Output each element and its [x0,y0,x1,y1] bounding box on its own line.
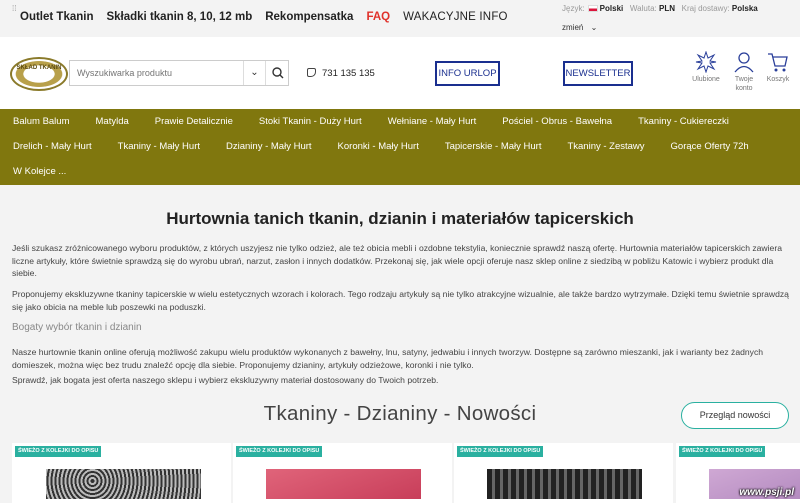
closing-paragraph: Sprawdź, jak bogata jest oferta naszego … [12,375,439,385]
header: SKŁAD TKANIN ⌄ 731 135 135 INFO URLOP NE… [0,37,800,109]
menu-item[interactable]: Tapicerskie - Mały Hurt [432,134,555,159]
language-value: Polski [599,4,624,13]
menu-item[interactable]: Stoki Tkanin - Duży Hurt [246,109,375,134]
account-button[interactable]: Twoje konto [727,51,761,93]
new-products-title: Tkaniny - Dzianiny - Nowości [263,402,537,425]
menu-item[interactable]: W Kolejce ... [0,159,79,184]
search-input[interactable] [70,61,242,85]
topnav-outlet[interactable]: Outlet Tkanin [20,11,93,23]
currency-label: Waluta: [629,4,657,13]
menu-row: Balum Balum Matylda Prawie Detalicznie S… [0,109,742,134]
menu-item[interactable]: Gorące Oferty 72h [658,134,762,159]
topnav-rekompensatka[interactable]: Rekompensatka [265,11,353,23]
search-button[interactable] [265,61,289,85]
logo-text: SKŁAD TKANIN [16,65,62,71]
topnav-faq[interactable]: FAQ [366,11,390,23]
view-new-products-button[interactable]: Przegląd nowości [681,402,789,429]
phone-contact[interactable]: 731 135 135 [307,68,375,79]
status-badge: ŚWIEŻO Z KOLEJKI DO OPISU [15,446,102,457]
materials-paragraph: Nasze hurtownie tkanin online oferują mo… [12,347,764,370]
menu-row: Drelich - Mały Hurt Tkaniny - Mały Hurt … [0,134,762,159]
drag-handle-icon[interactable]: ⁞⁞ [12,4,16,13]
section-subtitle: Bogaty wybór tkanin i dzianin [12,322,142,333]
star-burst-icon [695,51,717,73]
main-content: Hurtownia tanich tkanin, dzianin i mater… [0,185,800,503]
phone-number: 731 135 135 [322,68,375,79]
product-card[interactable]: ŚWIEŻO Z KOLEJKI DO OPISU [233,443,452,503]
topnav-wakacyjne-info[interactable]: WAKACYJNE INFO [403,11,508,23]
country-label: Kraj dostawy: [681,4,730,13]
search-icon [272,67,284,79]
currency-value: PLN [658,4,675,13]
menu-item[interactable]: Dzianiny - Mały Hurt [213,134,325,159]
product-card[interactable]: ŚWIEŻO Z KOLEJKI DO OPISU [454,443,673,503]
favorites-button[interactable]: Ulubione [686,51,726,84]
change-preferences-link[interactable]: zmień ⌄ [562,23,597,32]
menu-item[interactable]: Tkaniny - Mały Hurt [105,134,213,159]
newsletter-button[interactable]: NEWSLETTER [563,61,633,86]
favorites-label: Ulubione [692,76,720,83]
top-bar: ⁞⁞ Outlet Tkanin Składki tkanin 8, 10, 1… [0,0,800,37]
category-menu: Balum Balum Matylda Prawie Detalicznie S… [0,109,800,185]
intro-paragraph: Jeśli szukasz zróżnicowanego wyboru prod… [12,243,782,278]
product-image[interactable] [487,469,642,499]
menu-item[interactable]: Balum Balum [0,109,83,134]
chevron-down-icon: ⌄ [590,23,598,32]
menu-item[interactable]: Tkaniny - Zestawy [554,134,657,159]
menu-item[interactable]: Koronki - Mały Hurt [325,134,432,159]
product-image[interactable] [266,469,421,499]
user-icon [734,52,754,73]
menu-item[interactable]: Pościel - Obrus - Bawełna [489,109,625,134]
country-value: Polska [731,4,758,13]
status-badge: ŚWIEŻO Z KOLEJKI DO OPISU [236,446,323,457]
watermark: www.psji.pl [739,487,794,498]
status-badge: ŚWIEŻO Z KOLEJKI DO OPISU [457,446,544,457]
top-navigation: Outlet Tkanin Składki tkanin 8, 10, 12 m… [20,11,521,23]
menu-item[interactable]: Drelich - Mały Hurt [0,134,105,159]
language-label: Język: [562,4,585,13]
menu-item[interactable]: Prawie Detalicznie [142,109,246,134]
product-image[interactable] [46,469,201,499]
menu-item[interactable]: Wełniane - Mały Hurt [375,109,490,134]
search-bar: ⌄ [69,60,289,86]
topnav-skladki[interactable]: Składki tkanin 8, 10, 12 mb [106,11,252,23]
menu-row: W Kolejce ... [0,159,79,184]
phone-icon [307,68,316,77]
change-label: zmień [562,23,584,32]
upholstery-paragraph: Proponujemy ekskluzywne tkaniny tapicers… [12,289,789,312]
store-preferences: Język: Polski Waluta: PLN Kraj dostawy: P… [562,4,758,13]
poland-flag-icon [587,5,598,12]
cart-button[interactable]: Koszyk [762,51,794,84]
chevron-down-icon[interactable]: ⌄ [243,61,265,85]
page-title: Hurtownia tanich tkanin, dzianin i mater… [166,209,634,228]
product-card[interactable]: ŚWIEŻO Z KOLEJKI DO OPISU [12,443,231,503]
menu-item[interactable]: Tkaniny - Cukiereczki [625,109,742,134]
info-urlop-button[interactable]: INFO URLOP [435,61,500,86]
status-badge: ŚWIEŻO Z KOLEJKI DO OPISU [679,446,766,457]
logo[interactable] [10,57,68,91]
cart-icon [768,53,788,72]
menu-item[interactable]: Matylda [83,109,142,134]
account-label: Twoje konto [734,76,754,92]
cart-label: Koszyk [766,76,790,83]
